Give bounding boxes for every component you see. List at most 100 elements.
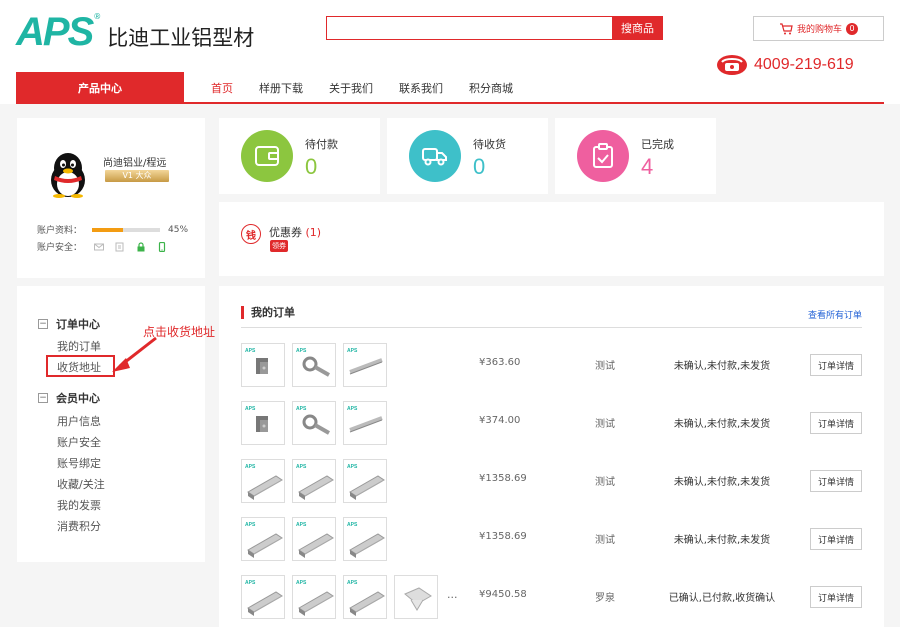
svg-text:APS: APS — [347, 406, 358, 412]
product-thumbnail[interactable]: APS — [343, 459, 387, 503]
product-thumbnail[interactable]: APS — [292, 343, 336, 387]
order-detail-button[interactable]: 订单详情 — [810, 470, 862, 492]
order-thumbnails: APS APS APS — [241, 517, 387, 561]
order-detail-button[interactable]: 订单详情 — [810, 354, 862, 376]
order-price: ¥1358.69 — [479, 531, 527, 542]
id-card-icon[interactable] — [115, 242, 125, 252]
svg-text:APS: APS — [245, 464, 256, 470]
search-button[interactable]: 搜商品 — [612, 16, 663, 40]
svg-text:APS: APS — [296, 580, 307, 586]
sidebar-item-points[interactable]: 消费积分 — [57, 518, 101, 534]
product-thumbnail[interactable]: APS — [292, 459, 336, 503]
stat-pending-payment[interactable]: 待付款 0 — [219, 118, 380, 194]
product-thumbnail[interactable]: APS — [292, 401, 336, 445]
cart-button[interactable]: 我的购物车 0 — [753, 16, 884, 41]
order-thumbnails: APS APS APS ··· — [241, 575, 458, 619]
stat-pending-receipt[interactable]: 待收货 0 — [387, 118, 548, 194]
nav-item-home[interactable]: 首页 — [198, 80, 246, 96]
account-info-label: 账户资料： — [37, 226, 83, 236]
table-row: APS APS APS ¥363.60 测试 未确认,未付款,未发货 订单详情 — [241, 343, 862, 387]
order-note: 测试 — [595, 419, 615, 430]
divider — [241, 327, 862, 328]
product-thumbnail[interactable]: APS — [241, 575, 285, 619]
order-thumbnails: APS APS APS — [241, 343, 387, 387]
product-thumbnail[interactable]: APS — [343, 517, 387, 561]
sidebar-item-user-info[interactable]: 用户信息 — [57, 413, 101, 429]
product-thumbnail[interactable]: APS — [241, 401, 285, 445]
menu-group-order-center[interactable]: − 订单中心 — [38, 316, 100, 332]
order-status: 未确认,未付款,未发货 — [673, 361, 771, 372]
nav-item-about[interactable]: 关于我们 — [316, 80, 386, 96]
clipboard-check-icon — [593, 143, 613, 168]
site-header: APS ® 比迪工业铝型材 搜商品 我的购物车 0 4009-219-619 产… — [0, 0, 900, 104]
stat-completed[interactable]: 已完成 4 — [555, 118, 716, 194]
table-row: APS APS APS ¥1358.69 测试 未确认,未付款,未发货 订单详情 — [241, 517, 862, 561]
product-thumbnail[interactable]: APS — [292, 575, 336, 619]
sidebar-item-my-orders[interactable]: 我的订单 — [57, 338, 101, 354]
menu-group-member-center[interactable]: − 会员中心 — [38, 390, 100, 406]
claim-coupon-button[interactable]: 领券 — [270, 240, 288, 252]
order-thumbnails: APS APS APS — [241, 459, 387, 503]
email-icon[interactable] — [94, 242, 105, 252]
delivery-truck-icon — [422, 148, 447, 166]
product-thumbnail[interactable]: APS — [343, 343, 387, 387]
menu-group-label: 会员中心 — [56, 392, 100, 405]
sidebar-item-account-binding[interactable]: 账号绑定 — [57, 455, 101, 471]
svg-text:APS: APS — [347, 580, 358, 586]
table-row: APS APS APS ··· ¥9450.58 罗泉 已确认,已付款,收货确认 订单详情 — [241, 575, 862, 619]
collapse-icon[interactable]: − — [38, 393, 48, 403]
nav-item-contact[interactable]: 联系我们 — [386, 80, 456, 96]
product-thumbnail[interactable] — [394, 575, 438, 619]
coupon-link[interactable]: 优惠券 (1) — [269, 224, 321, 240]
order-detail-button[interactable]: 订单详情 — [810, 586, 862, 608]
sidebar-item-account-security[interactable]: 账户安全 — [57, 434, 101, 450]
search-bar: 搜商品 — [326, 16, 663, 40]
coupon-label: 优惠券 — [269, 226, 302, 239]
collapse-icon[interactable]: − — [38, 319, 48, 329]
product-thumbnail[interactable]: APS — [241, 459, 285, 503]
sidebar-item-invoices[interactable]: 我的发票 — [57, 497, 101, 513]
wallet-icon-circle — [241, 130, 293, 182]
account-info-percent: 45% — [168, 224, 189, 235]
product-thumbnail[interactable]: APS — [292, 517, 336, 561]
cart-count-badge: 0 — [846, 22, 858, 35]
mobile-phone-icon[interactable] — [157, 241, 167, 252]
product-thumbnail[interactable]: APS — [241, 343, 285, 387]
order-status: 未确认,未付款,未发货 — [673, 419, 771, 430]
product-thumbnail[interactable]: APS — [343, 575, 387, 619]
nav-product-center[interactable]: 产品中心 — [16, 72, 184, 103]
view-all-orders-link[interactable]: 查看所有订单 — [808, 308, 862, 321]
stat-label: 已完成 — [641, 138, 674, 151]
account-info-progress-fill — [92, 227, 123, 232]
wallet-icon — [255, 146, 279, 166]
product-thumbnail[interactable]: APS — [343, 401, 387, 445]
nav-item-points-mall[interactable]: 积分商城 — [456, 80, 526, 96]
avatar[interactable] — [47, 150, 89, 198]
product-thumbnail[interactable]: APS — [241, 517, 285, 561]
order-detail-button[interactable]: 订单详情 — [810, 412, 862, 434]
order-status: 未确认,未付款,未发货 — [673, 477, 771, 488]
logo-mark: APS — [16, 10, 94, 54]
brand-logo[interactable]: APS ® 比迪工业铝型材 — [16, 12, 254, 52]
svg-text:APS: APS — [296, 464, 307, 470]
order-detail-button[interactable]: 订单详情 — [810, 528, 862, 550]
order-note: 罗泉 — [595, 593, 615, 604]
logo-company-name: 比迪工业铝型材 — [107, 26, 255, 50]
svg-text:APS: APS — [245, 522, 256, 528]
highlight-box — [46, 355, 115, 377]
svg-text:APS: APS — [347, 464, 358, 470]
cart-label: 我的购物车 — [796, 25, 842, 35]
logo-registered-mark: ® — [93, 12, 102, 21]
lock-icon[interactable] — [136, 241, 146, 252]
order-status: 已确认,已付款,收货确认 — [668, 593, 776, 604]
nav-item-catalog-download[interactable]: 样册下载 — [246, 80, 316, 96]
account-info-progress — [92, 227, 161, 232]
sidebar-item-favorites[interactable]: 收藏/关注 — [57, 476, 105, 492]
order-status: 未确认,未付款,未发货 — [673, 535, 771, 546]
vip-level-badge: V1 大众 — [105, 170, 169, 182]
table-row: APS APS APS ¥374.00 测试 未确认,未付款,未发货 订单详情 — [241, 401, 862, 445]
order-price: ¥9450.58 — [479, 589, 527, 600]
search-input[interactable] — [326, 16, 612, 40]
orders-panel: 我的订单 查看所有订单 APS APS APS ¥363.60 测试 未确认,未付款,未发… — [219, 286, 884, 627]
svg-text:APS: APS — [245, 348, 256, 354]
